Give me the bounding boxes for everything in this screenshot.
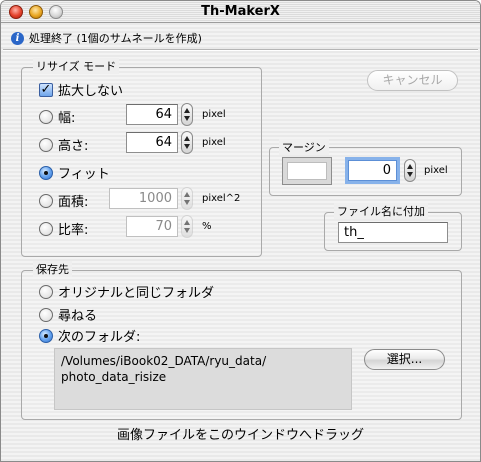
height-label: 高さ: <box>58 139 89 154</box>
fit-label: フィット <box>58 167 110 182</box>
save-option-original-row[interactable]: オリジナルと同じフォルダ <box>39 282 214 301</box>
ratio-label: 比率: <box>58 223 89 238</box>
save-folder-path-line-1: /Volumes/iBook02_DATA/ryu_data/ <box>61 354 267 368</box>
area-unit: pixel^2 <box>202 193 241 204</box>
app-window: Th-MakerX i 処理終了 (1個のサムネールを作成) リサイズ モード … <box>0 0 481 462</box>
status-bar: i 処理終了 (1個のサムネールを作成) <box>11 30 202 46</box>
save-option-ask-radio[interactable] <box>39 307 53 322</box>
height-field[interactable]: 64 <box>126 132 178 153</box>
width-field[interactable]: 64 <box>126 104 178 125</box>
save-option-original-label: オリジナルと同じフォルダ <box>58 286 215 301</box>
width-radio[interactable] <box>39 109 53 124</box>
ratio-radio[interactable] <box>39 221 53 236</box>
margin-color-well[interactable] <box>282 157 332 185</box>
fit-radio-row[interactable]: フィット <box>39 163 110 182</box>
area-radio[interactable] <box>39 193 53 208</box>
fit-radio[interactable] <box>39 165 53 180</box>
area-radio-row[interactable]: 面積: <box>39 191 88 210</box>
width-unit: pixel <box>202 109 226 120</box>
save-folder-path: /Volumes/iBook02_DATA/ryu_data/ photo_da… <box>54 348 352 410</box>
no-enlarge-checkbox-row[interactable]: ✓ 拡大しない <box>39 80 123 99</box>
save-destination-label: 保存先 <box>33 261 72 277</box>
ratio-radio-row[interactable]: 比率: <box>39 219 88 238</box>
no-enlarge-label: 拡大しない <box>58 84 124 99</box>
margin-label: マージン <box>279 139 329 155</box>
ratio-unit: % <box>202 221 212 232</box>
margin-color-swatch <box>287 162 327 180</box>
choose-folder-button[interactable]: 選択... <box>364 349 445 370</box>
area-field[interactable]: 1000 <box>109 188 178 209</box>
info-icon: i <box>11 31 24 45</box>
height-radio[interactable] <box>39 137 53 152</box>
width-label: 幅: <box>58 111 76 126</box>
save-option-ask-label: 尋ねる <box>58 309 98 324</box>
filename-suffix-label: ファイル名に付加 <box>334 203 428 219</box>
area-stepper[interactable] <box>181 187 193 210</box>
ratio-field[interactable]: 70 <box>126 216 178 237</box>
height-unit: pixel <box>202 137 226 148</box>
margin-unit: pixel <box>424 165 448 176</box>
title-bar[interactable]: Th-MakerX <box>1 1 480 23</box>
margin-stepper[interactable] <box>404 159 416 182</box>
drop-hint-text: 画像ファイルをこのウインドウへドラッグ <box>116 428 364 443</box>
save-option-original-radio[interactable] <box>39 284 53 299</box>
resize-mode-label: リサイズ モード <box>33 58 120 74</box>
save-folder-path-line-2: photo_data_risize <box>61 370 167 384</box>
margin-field[interactable]: 0 <box>348 160 397 181</box>
width-stepper[interactable] <box>181 103 193 126</box>
area-label: 面積: <box>58 195 89 210</box>
cancel-button[interactable]: キャンセル <box>367 70 458 91</box>
status-divider <box>3 49 478 51</box>
height-radio-row[interactable]: 高さ: <box>39 135 88 154</box>
window-title: Th-MakerX <box>201 4 280 19</box>
save-option-folder-row[interactable]: 次のフォルダ: <box>39 326 140 345</box>
width-radio-row[interactable]: 幅: <box>39 107 75 126</box>
ratio-stepper[interactable] <box>181 215 193 238</box>
save-option-folder-radio[interactable] <box>39 328 53 343</box>
no-enlarge-checkbox[interactable]: ✓ <box>39 82 53 97</box>
save-option-ask-row[interactable]: 尋ねる <box>39 305 97 324</box>
save-option-folder-label: 次のフォルダ: <box>58 330 141 345</box>
height-stepper[interactable] <box>181 131 193 154</box>
status-text: 処理終了 (1個のサムネールを作成) <box>29 32 202 45</box>
filename-suffix-field[interactable]: th_ <box>338 222 448 243</box>
